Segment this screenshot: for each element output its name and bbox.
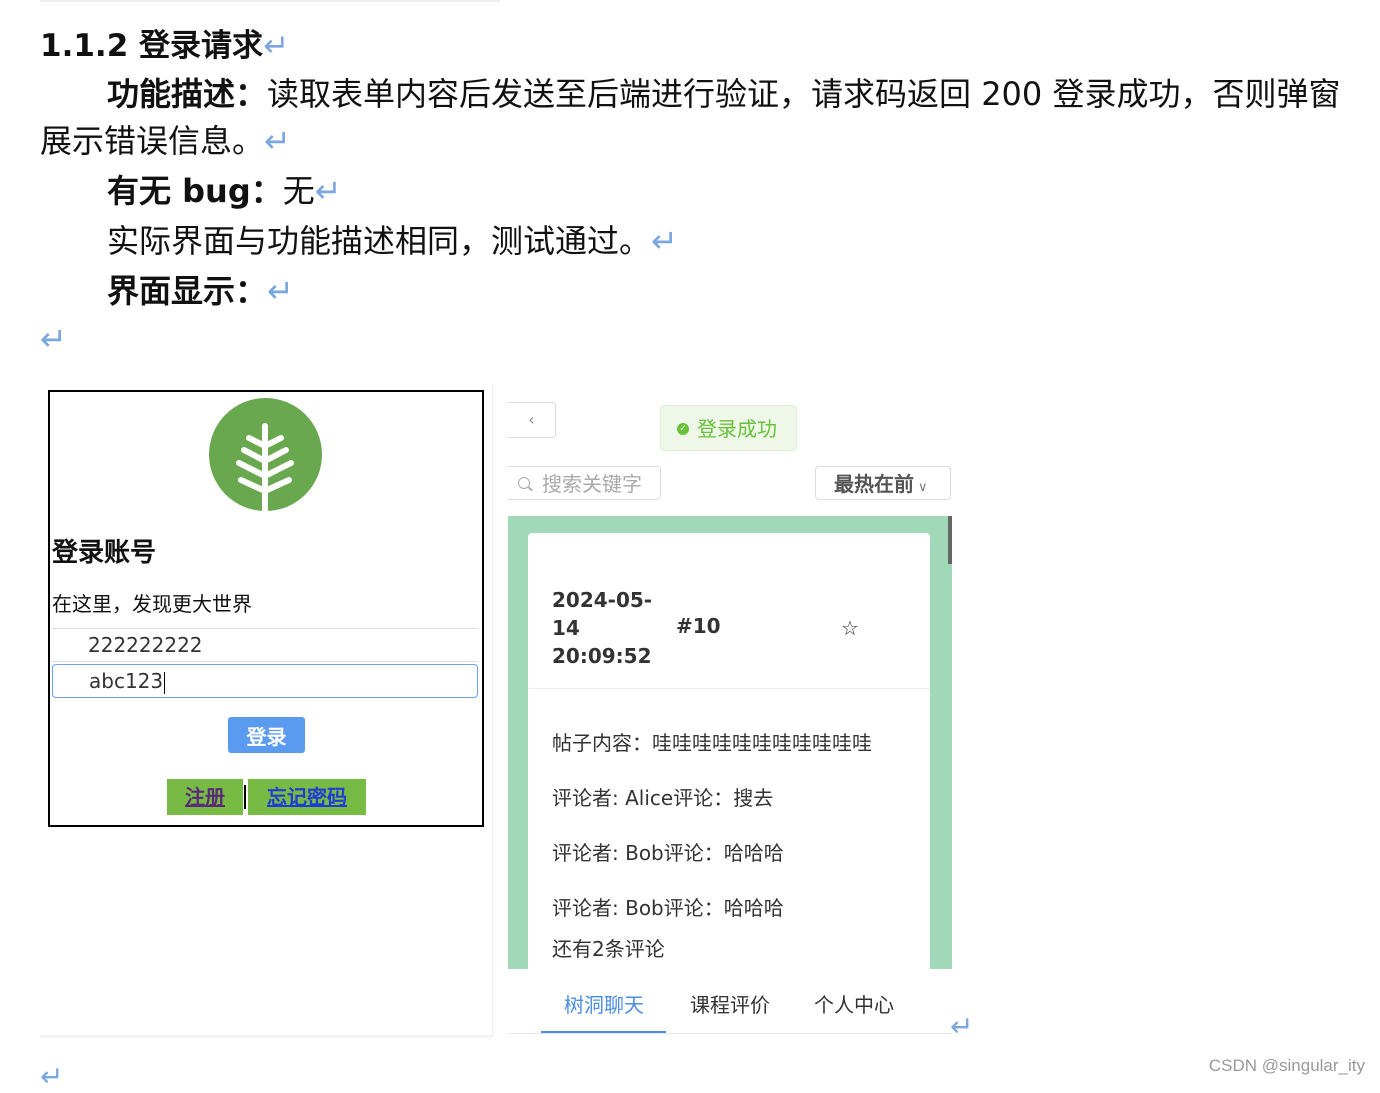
tree-logo-icon [209,398,322,511]
comment-item: 评论者: Bob评论：哈哈哈 [552,841,784,865]
post-number: #10 [676,614,721,638]
post-card[interactable]: 2024-05-14 20:09:52 #10 ☆ 帖子内容：哇哇哇哇哇哇哇哇哇… [528,533,930,969]
display-label-line: 界面显示：↵ [107,272,294,310]
tab-course-review[interactable]: 课程评价 [690,989,770,1018]
post-date: 2024-05-14 20:09:52 [552,588,653,668]
image-divider [492,385,493,1037]
bottom-tab-bar: 树洞聊天 课程评价 个人中心 [508,969,952,1035]
final-return-mark: ↵ [40,1060,64,1093]
result-line: 实际界面与功能描述相同，测试通过。↵ [107,222,678,260]
login-subtitle: 在这里，发现更大世界 [52,592,252,616]
more-comments-link[interactable]: 还有2条评论 [552,933,665,962]
login-panel: 登录账号 在这里，发现更大世界 222222222 abc123 登录 注册 忘… [48,390,484,827]
chevron-left-icon: ‹ [528,410,535,429]
star-outline-icon[interactable]: ☆ [841,616,859,640]
sort-select[interactable]: 最热在前 ∨ [815,466,951,500]
bug-line: 有无 bug：无↵ [107,172,342,210]
success-toast: ✓ 登录成功 [660,405,797,451]
post-content: 帖子内容：哇哇哇哇哇哇哇哇哇哇哇 [552,731,872,755]
text-caret [164,671,166,694]
search-input[interactable]: 搜索关键字 [508,466,661,500]
comment-item: 评论者: Bob评论：哈哈哈 [552,896,784,920]
password-input[interactable]: abc123 [52,664,478,698]
top-rule [40,0,500,2]
register-link[interactable]: 注册 [167,779,243,815]
post-divider [528,688,930,689]
search-icon [518,477,530,489]
bottom-band [40,1035,492,1038]
tab-treehole-chat[interactable]: 树洞聊天 [564,989,644,1018]
login-button[interactable]: 登录 [228,717,305,753]
forgot-password-link[interactable]: 忘记密码 [248,779,366,815]
scrollbar[interactable] [948,516,952,564]
link-separator [244,785,246,809]
comment-item: 评论者: Alice评论：搜去 [552,786,774,810]
image-return-mark: ↵ [950,1010,974,1043]
tab-personal-center[interactable]: 个人中心 [814,989,894,1018]
account-input[interactable]: 222222222 [52,628,478,662]
desc-paragraph: 功能描述：读取表单内容后发送至后端进行验证，请求码返回 200 登录成功，否则弹… [107,75,1341,113]
section-heading: 1.1.2 登录请求↵ [40,28,290,64]
empty-return-mark: ↵ [40,320,67,358]
login-title: 登录账号 [52,538,157,568]
tab-bar-border [508,1033,952,1034]
post-feed[interactable]: 2024-05-14 20:09:52 #10 ☆ 帖子内容：哇哇哇哇哇哇哇哇哇… [508,516,952,969]
desc-paragraph-cont: 展示错误信息。↵ [40,122,291,160]
back-button[interactable]: ‹ [508,402,556,438]
check-circle-icon: ✓ [677,422,689,435]
watermark: CSDN @singular_ity [1208,1056,1365,1075]
chevron-down-icon: ∨ [918,480,928,495]
